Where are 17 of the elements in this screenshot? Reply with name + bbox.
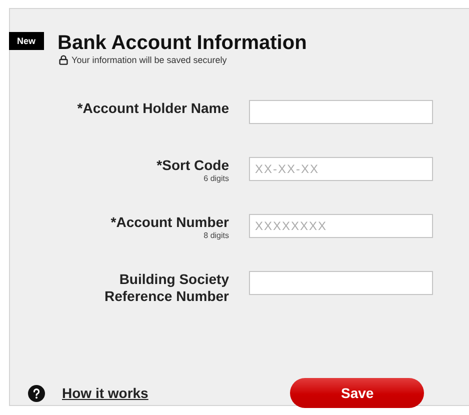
field-hint: 8 digits (204, 231, 229, 240)
lock-icon (58, 55, 68, 65)
form-title: Bank Account Information (58, 31, 307, 55)
save-button[interactable]: Save (290, 378, 424, 408)
field-label: *Sort Code (156, 157, 229, 174)
field-label: *Account Holder Name (77, 100, 229, 117)
how-it-works-link[interactable]: How it works (62, 385, 148, 401)
security-note: Your information will be saved securely (72, 55, 227, 65)
field-hint: 6 digits (204, 174, 229, 183)
input-field[interactable] (249, 100, 433, 124)
field-label: Building Society Reference Number (104, 271, 229, 305)
new-badge: New (9, 32, 44, 50)
input-field[interactable] (249, 271, 433, 295)
input-field[interactable]: XX-XX-XX (249, 157, 433, 181)
input-field[interactable]: XXXXXXXX (249, 214, 433, 238)
help-icon (28, 384, 45, 402)
field-label: *Account Number (110, 214, 229, 231)
